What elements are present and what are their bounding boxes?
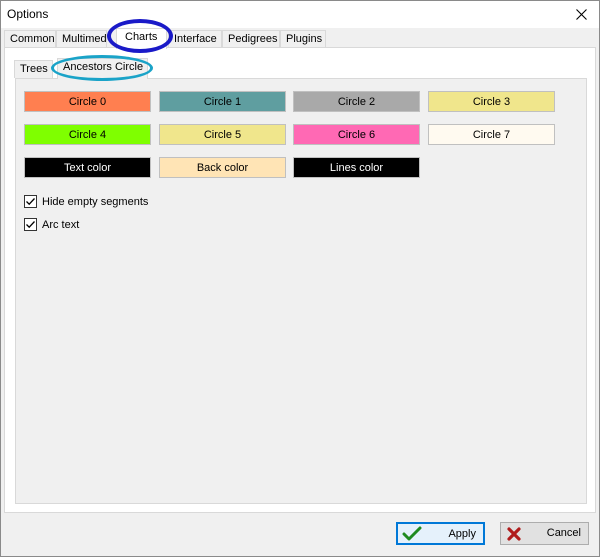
tab-common[interactable]: Common: [4, 30, 56, 48]
close-icon: [575, 9, 587, 20]
swatch-label: Circle 3: [472, 95, 511, 108]
circle-5-color-button[interactable]: Circle 5: [159, 124, 286, 145]
window-title: Options: [7, 7, 49, 21]
swatch-label: Text color: [63, 161, 112, 174]
circle-3-color-button[interactable]: Circle 3: [428, 91, 555, 112]
text-color-button[interactable]: Text color: [24, 157, 151, 178]
checkmark-icon: [26, 198, 35, 206]
checkmark-icon: [26, 221, 35, 229]
apply-button-label: Apply: [448, 528, 476, 540]
swatch-label: Circle 6: [337, 128, 376, 141]
circle-6-color-button[interactable]: Circle 6: [293, 124, 420, 145]
cancel-button[interactable]: Cancel: [500, 522, 589, 545]
swatch-label: Circle 0: [68, 95, 107, 108]
tab-pedigrees[interactable]: Pedigrees: [222, 30, 280, 48]
swatch-label: Circle 5: [203, 128, 242, 141]
swatch-label: Circle 7: [472, 128, 511, 141]
cross-icon: [507, 527, 521, 541]
swatch-label: Back color: [196, 161, 249, 174]
tab-multimedia[interactable]: Multimedia: [56, 30, 107, 48]
title-bar: Options: [1, 1, 599, 28]
arc-text-label: Arc text: [42, 218, 80, 231]
swatch-label: Circle 2: [337, 95, 376, 108]
tab-plugins[interactable]: Plugins: [280, 30, 326, 48]
hide-empty-segments-checkbox[interactable]: [24, 195, 37, 208]
tab-trees[interactable]: Trees: [14, 60, 53, 78]
circle-0-color-button[interactable]: Circle 0: [24, 91, 151, 112]
swatch-label: Circle 1: [203, 95, 242, 108]
circle-4-color-button[interactable]: Circle 4: [24, 124, 151, 145]
lines-color-button[interactable]: Lines color: [293, 157, 420, 178]
tab-interface[interactable]: Interface: [168, 30, 222, 48]
hide-empty-segments-label: Hide empty segments: [42, 195, 149, 208]
apply-button[interactable]: Apply: [396, 522, 485, 545]
swatch-label: Lines color: [329, 161, 384, 174]
arc-text-checkbox[interactable]: [24, 218, 37, 231]
tab-charts[interactable]: Charts: [116, 28, 167, 49]
tab-ancestors-circle[interactable]: Ancestors Circle: [57, 58, 148, 79]
circle-7-color-button[interactable]: Circle 7: [428, 124, 555, 145]
hide-empty-segments-option[interactable]: Hide empty segments: [24, 194, 148, 209]
circle-1-color-button[interactable]: Circle 1: [159, 91, 286, 112]
close-button[interactable]: [563, 1, 599, 28]
back-color-button[interactable]: Back color: [159, 157, 286, 178]
circle-2-color-button[interactable]: Circle 2: [293, 91, 420, 112]
checkmark-icon: [402, 526, 422, 541]
cancel-button-label: Cancel: [546, 527, 581, 539]
options-dialog: Options Common Multimedia Charts Interfa…: [0, 0, 600, 557]
swatch-label: Circle 4: [68, 128, 107, 141]
outer-tab-strip: Common Multimedia Charts Interface Pedig…: [4, 28, 564, 49]
arc-text-option[interactable]: Arc text: [24, 217, 79, 232]
